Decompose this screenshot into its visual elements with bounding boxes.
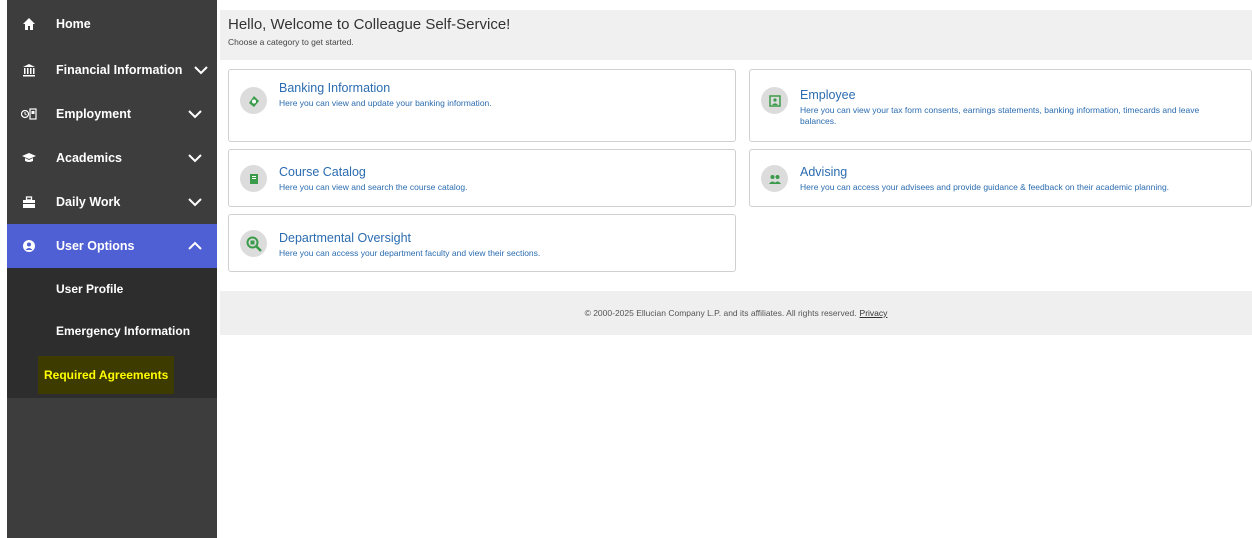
submenu-item-emergency-information[interactable]: Emergency Information bbox=[7, 310, 217, 352]
app: Home Financial Information Employment Ac… bbox=[0, 0, 1252, 538]
id-card-icon bbox=[7, 92, 51, 136]
sidebar-item-financial-information[interactable]: Financial Information bbox=[7, 48, 217, 92]
sidebar-item-daily-work[interactable]: Daily Work bbox=[7, 180, 217, 224]
card-description: Here you can view your tax form consents… bbox=[800, 105, 1200, 126]
user-options-submenu: User Profile Emergency Information Requi… bbox=[7, 268, 217, 398]
card-banking-information[interactable]: Banking Information Here you can view an… bbox=[228, 69, 736, 142]
card-title: Advising bbox=[800, 165, 848, 179]
card-title: Departmental Oversight bbox=[279, 231, 412, 245]
footer: © 2000-2025 Ellucian Company L.P. and it… bbox=[220, 291, 1252, 335]
card-advising[interactable]: Advising Here you can access your advise… bbox=[749, 149, 1252, 207]
main-content: Hello, Welcome to Colleague Self-Service… bbox=[217, 0, 1252, 538]
chevron-down-icon bbox=[188, 154, 202, 163]
people-icon bbox=[761, 165, 788, 192]
card-description: Here you can access your advisees and pr… bbox=[800, 182, 1170, 192]
privacy-link[interactable]: Privacy bbox=[860, 308, 888, 318]
sidebar-item-academics[interactable]: Academics bbox=[7, 136, 217, 180]
briefcase-icon bbox=[7, 180, 51, 224]
sidebar-item-label: Academics bbox=[56, 151, 123, 165]
banking-icon bbox=[240, 87, 267, 114]
submenu-item-label: Required Agreements bbox=[38, 356, 175, 394]
card-title: Course Catalog bbox=[279, 165, 366, 179]
card-title: Banking Information bbox=[279, 81, 391, 95]
submenu-item-required-agreements[interactable]: Required Agreements bbox=[7, 352, 217, 398]
card-departmental-oversight[interactable]: Departmental Oversight Here you can acce… bbox=[228, 214, 736, 272]
submenu-item-user-profile[interactable]: User Profile bbox=[7, 268, 217, 310]
book-icon bbox=[240, 165, 267, 192]
chevron-down-icon bbox=[188, 198, 202, 207]
chevron-down-icon bbox=[188, 110, 202, 119]
card-course-catalog[interactable]: Course Catalog Here you can view and sea… bbox=[228, 149, 736, 207]
chevron-down-icon bbox=[194, 66, 208, 75]
user-icon bbox=[7, 224, 51, 268]
magnifier-icon bbox=[240, 230, 267, 257]
graduation-cap-icon bbox=[7, 136, 51, 180]
sidebar-item-employment[interactable]: Employment bbox=[7, 92, 217, 136]
chevron-up-icon bbox=[188, 241, 202, 250]
submenu-item-label: User Profile bbox=[56, 282, 124, 296]
card-description: Here you can view and search the course … bbox=[279, 182, 468, 192]
card-description: Here you can access your department facu… bbox=[279, 248, 541, 258]
sidebar-item-label: Home bbox=[56, 17, 91, 31]
sidebar: Home Financial Information Employment Ac… bbox=[7, 0, 217, 538]
copyright-text: © 2000-2025 Ellucian Company L.P. and it… bbox=[584, 308, 857, 318]
card-title: Employee bbox=[800, 88, 856, 102]
sidebar-item-home[interactable]: Home bbox=[7, 0, 217, 48]
employee-icon bbox=[761, 87, 788, 114]
welcome-banner: Hello, Welcome to Colleague Self-Service… bbox=[220, 10, 1252, 60]
bank-icon bbox=[7, 48, 51, 92]
sidebar-item-label: Daily Work bbox=[56, 195, 121, 209]
submenu-item-label: Emergency Information bbox=[56, 324, 191, 338]
card-description: Here you can view and update your bankin… bbox=[279, 98, 492, 108]
sidebar-item-label: Financial Information bbox=[56, 63, 183, 77]
page-subtitle: Choose a category to get started. bbox=[228, 37, 354, 47]
home-icon bbox=[7, 2, 51, 46]
page-title: Hello, Welcome to Colleague Self-Service… bbox=[228, 16, 511, 33]
sidebar-item-label: Employment bbox=[56, 107, 132, 121]
sidebar-item-label: User Options bbox=[56, 239, 135, 253]
card-employee[interactable]: Employee Here you can view your tax form… bbox=[749, 69, 1252, 142]
sidebar-item-user-options[interactable]: User Options bbox=[7, 224, 217, 268]
